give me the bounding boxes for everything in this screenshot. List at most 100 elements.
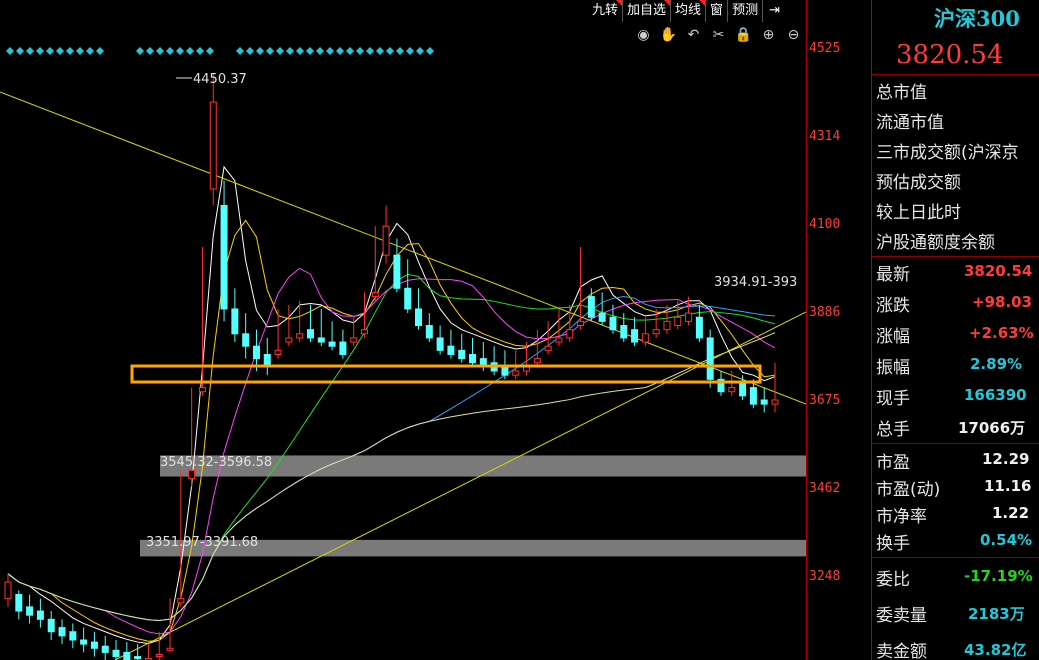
signal-diamond [306,47,314,55]
candle-body [706,337,714,380]
candle-body [36,610,44,620]
candle-body [523,366,531,372]
window-button[interactable]: 窗 [706,0,729,22]
price-tick: 4525 [809,41,841,56]
value-pb: 1.22 [992,504,1030,522]
undo-icon[interactable]: ↶ [684,26,703,45]
signal-diamond [16,47,24,55]
signal-diamond [406,47,414,55]
candle-body [47,618,55,633]
candle-body [350,337,358,343]
value-sell-amount: 43.82亿 [964,641,1027,659]
moving-average-button[interactable]: 均线 [671,0,707,22]
signal-diamond [356,47,364,55]
kline-chart[interactable]: 4450.37 3934.91-393 3545.32-3596.58 3351.97… [0,0,806,660]
label-pb: 市净率 [876,507,927,527]
candle-body [663,320,671,331]
candle-body [425,325,433,339]
candle-body [501,366,509,376]
value-turnover-rate: 0.54% [980,531,1033,549]
candle-body [15,593,23,612]
signal-diamond [416,47,424,55]
signal-diamond [156,47,164,55]
candle-body [695,316,703,339]
signal-diamond [56,47,64,55]
candle-body [69,631,77,641]
label-order-ratio: 委比 [876,570,910,590]
candle-body [339,341,347,355]
candle-body [296,333,304,339]
price-tick: 4100 [809,217,841,232]
candle-body [544,345,552,351]
value-change: +98.03 [972,293,1033,311]
exit-arrow-icon[interactable]: ⇥ [763,0,786,22]
ma-line-5 [7,219,776,642]
zone-upper-label: 3545.32-3596.58 [160,455,272,470]
candle-body [555,337,563,343]
price-tick: 3886 [809,305,841,320]
candle-body [577,320,585,327]
add-watchlist-button[interactable]: 加自选 [623,0,672,22]
chart-tool-icons: ◉ ✋ ↶ ✂ 🔒 ⊕ ⊖ [634,26,803,45]
signal-diamond [66,47,74,55]
high-price-label: 4450.37 [193,72,247,87]
candle-body [90,641,98,649]
candle-body [749,387,757,405]
signal-diamond [6,47,14,55]
nine-turn-button[interactable]: 九转 [588,0,624,22]
zoom-out-icon[interactable]: ⊖ [784,26,803,45]
signal-diamond [136,47,144,55]
candle-body [112,649,120,658]
index-price: 3820.54 [896,40,1004,70]
candle-body [231,308,239,335]
candle-body [198,387,206,393]
candle-body [209,101,217,190]
cut-icon[interactable]: ✂ [709,26,728,45]
label-sell-volume: 委卖量 [876,606,927,626]
hand-icon[interactable]: ✋ [659,26,678,45]
candle-body [393,254,401,289]
candle-body [274,349,282,355]
candle-body [155,653,163,658]
ma-line-10 [7,267,776,635]
candle-body [598,312,606,322]
candle-body [80,639,88,645]
candle-body [760,399,768,405]
signal-diamond [266,47,274,55]
candle-body [458,349,466,360]
candle-body [58,627,66,637]
candle-body [242,333,250,347]
signal-diamond [176,47,184,55]
lock-icon[interactable]: 🔒 [734,26,753,45]
value-amplitude: 2.89% [970,355,1023,373]
candle-body [447,345,455,355]
candle-body [533,358,541,364]
signal-diamond [206,47,214,55]
value-sell-volume: 2183万 [968,605,1025,623]
signal-diamond [186,47,194,55]
trendline-up [114,311,806,660]
ma-line-3 [7,165,776,644]
label-latest: 最新 [876,265,910,285]
signal-diamond [46,47,54,55]
forecast-button[interactable]: 预测 [728,0,764,22]
signal-diamond [426,47,434,55]
value-current-volume: 166390 [964,386,1027,404]
kline-svg[interactable]: 4450.37 3934.91-393 3545.32-3596.58 3351.97… [0,0,806,660]
candle-body [652,329,660,335]
candle-body [404,287,412,310]
ma-value-label: 3934.91-393 [714,275,797,290]
candle-body [674,316,682,327]
candle-body [166,647,174,651]
index-name: 沪深300 [934,6,1020,31]
eye-icon[interactable]: ◉ [634,26,653,45]
candle-body [4,581,12,600]
candle-body [436,337,444,351]
zoom-in-icon[interactable]: ⊕ [759,26,778,45]
label-northbound-quota: 沪股通额度余额 [876,233,995,253]
price-tick: 4314 [809,129,841,144]
candle-body [101,645,109,653]
candle-body [134,656,142,660]
value-total-volume: 17066万 [958,419,1026,437]
label-amplitude: 振幅 [876,358,910,378]
